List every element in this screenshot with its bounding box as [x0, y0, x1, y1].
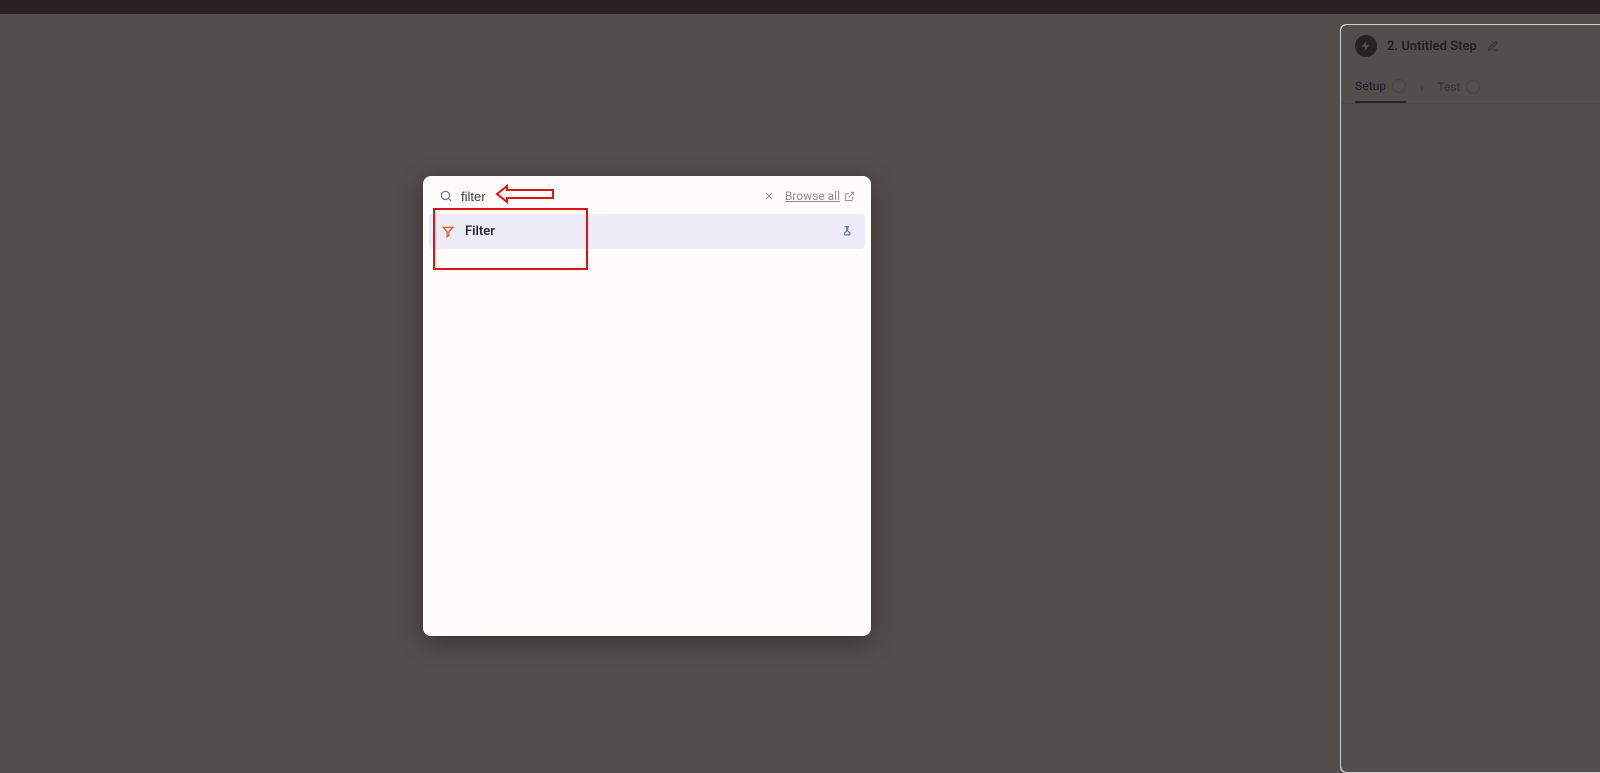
search-row: Browse all	[423, 176, 871, 214]
app-search-popup: Browse all Filter	[423, 176, 871, 636]
panel-dim-overlay	[1341, 25, 1600, 772]
external-link-icon	[844, 191, 855, 202]
result-label: Filter	[465, 224, 830, 239]
filter-icon	[441, 225, 455, 239]
pin-icon[interactable]	[840, 225, 853, 238]
step-side-panel: 2. Untitled Step Setup › Test	[1340, 24, 1600, 773]
search-results: Filter	[423, 214, 871, 249]
result-item-filter[interactable]: Filter	[429, 214, 865, 249]
browse-all-link[interactable]: Browse all	[785, 189, 855, 203]
search-icon	[439, 189, 453, 203]
clear-search-button[interactable]	[761, 188, 777, 204]
search-input[interactable]	[461, 189, 753, 204]
browse-all-label: Browse all	[785, 189, 840, 203]
